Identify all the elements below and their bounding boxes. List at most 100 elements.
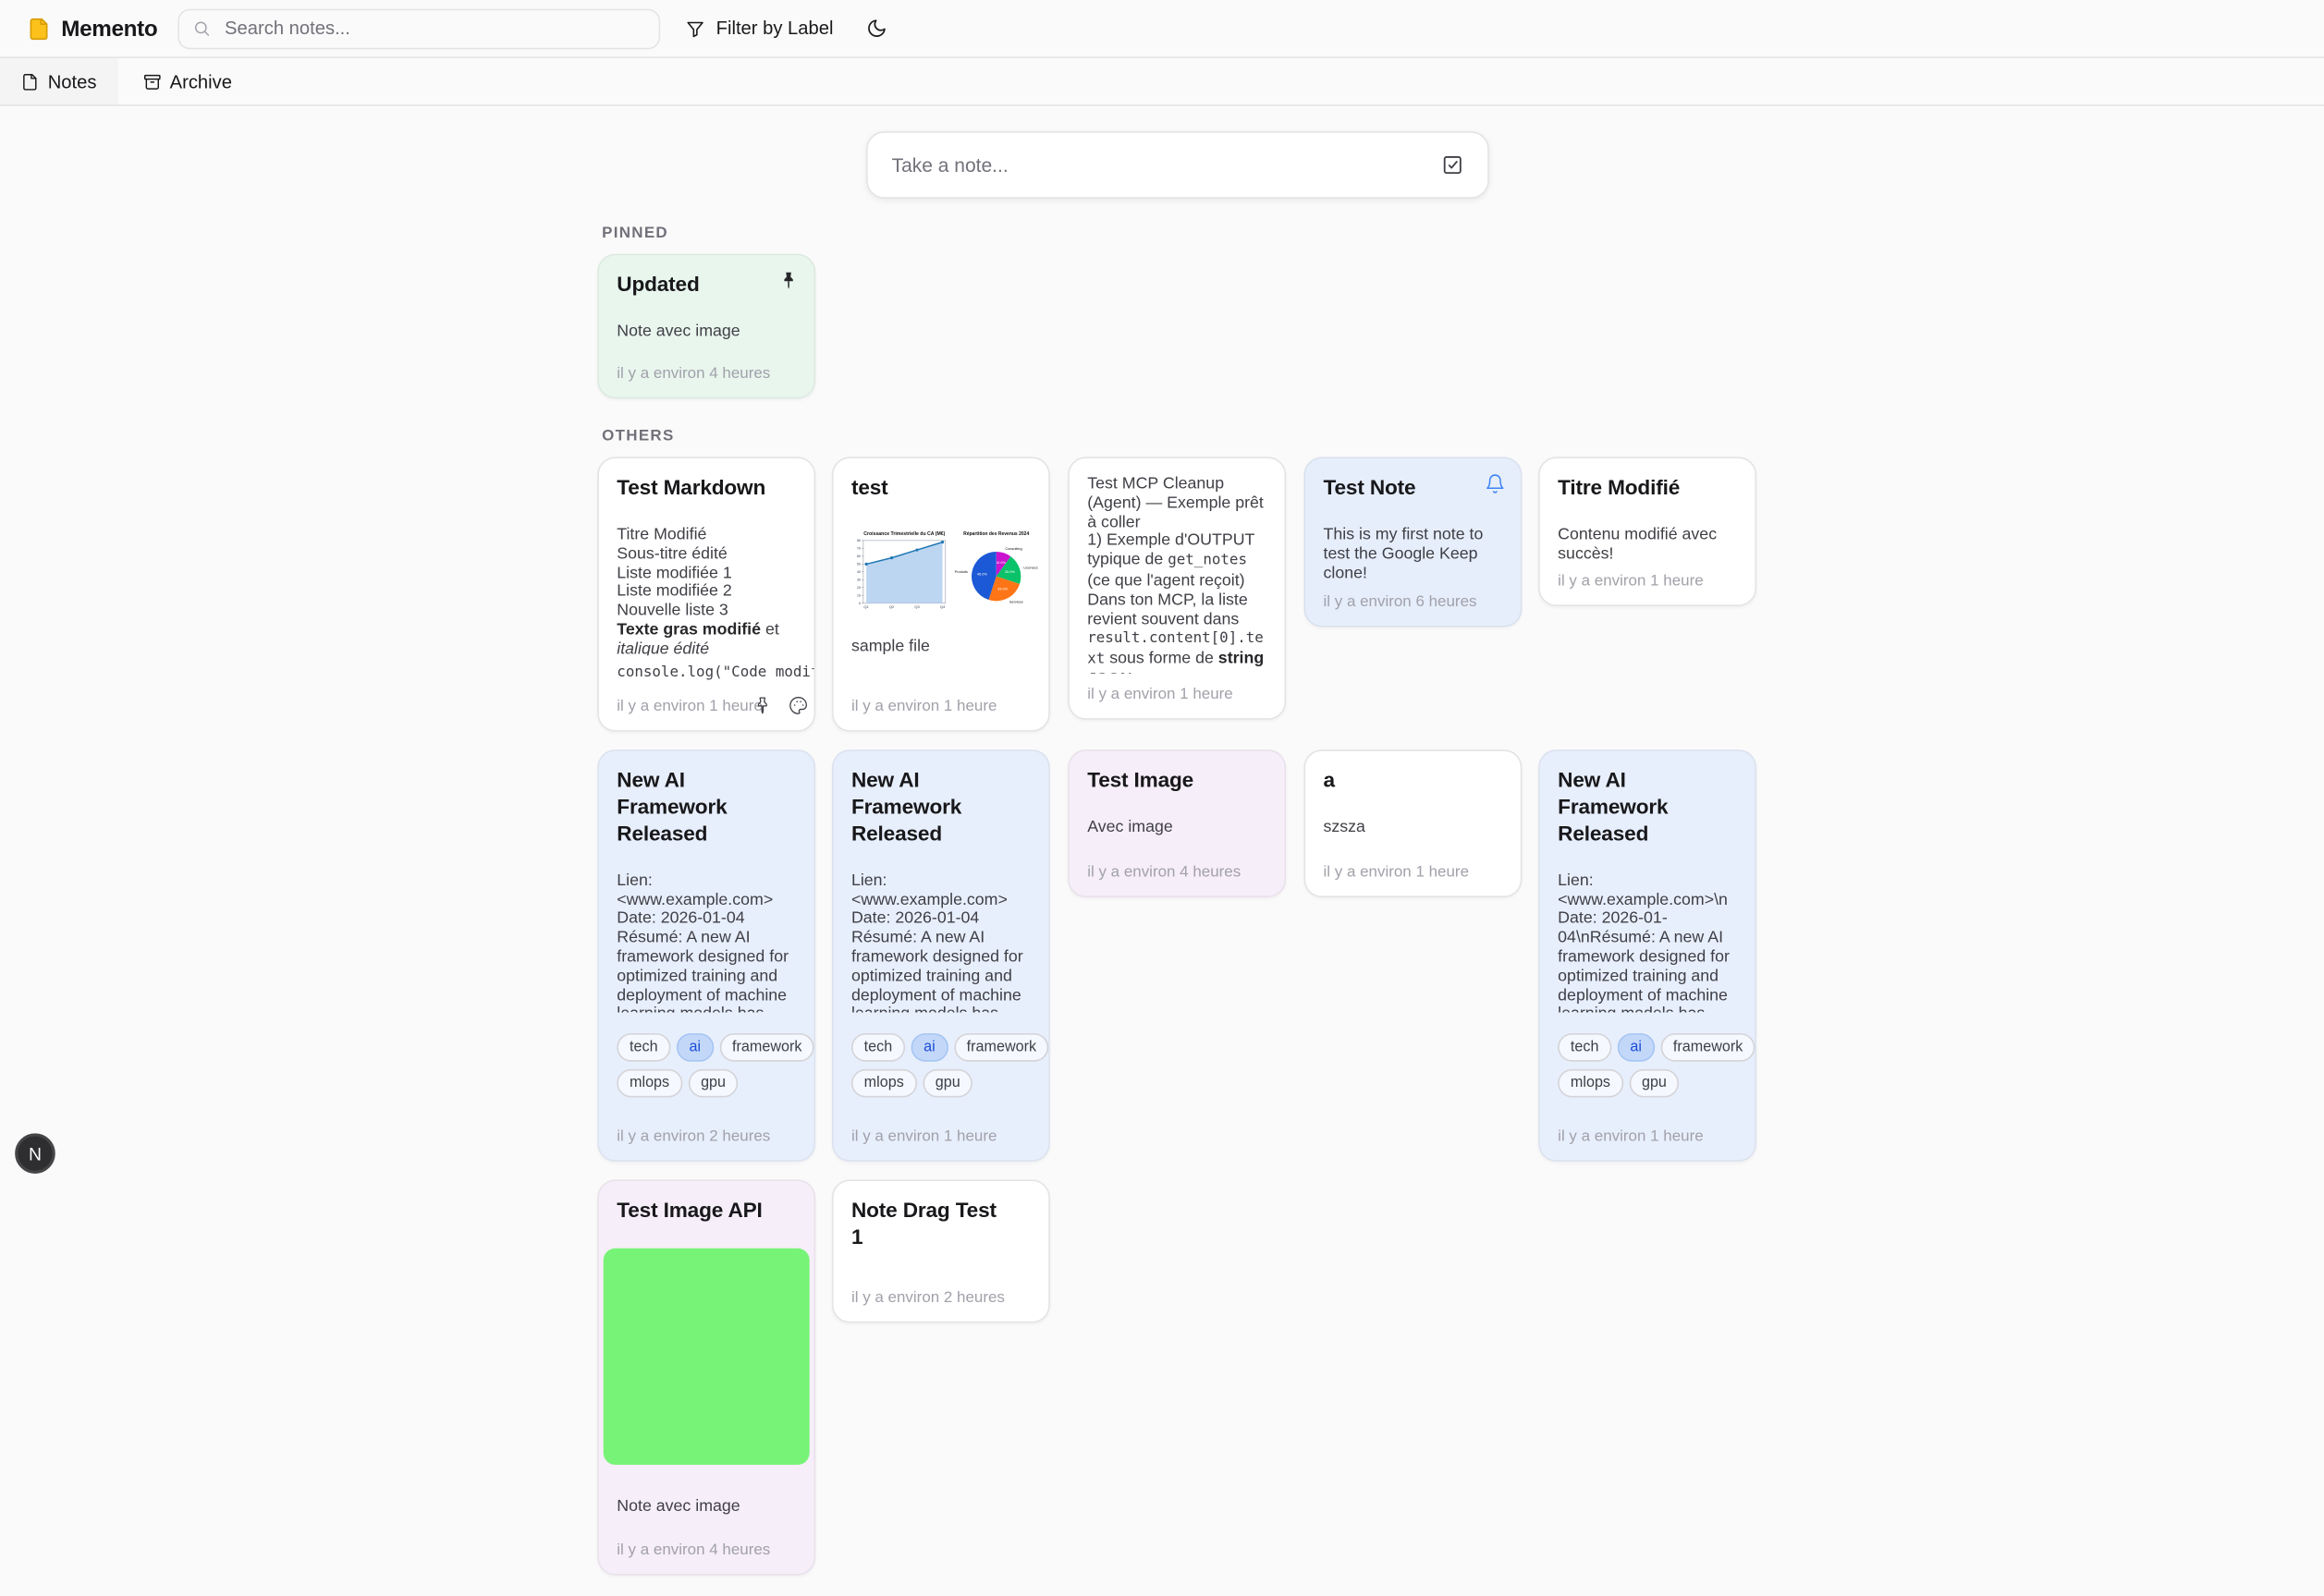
note-card-ai-framework-3[interactable]: New AI Framework Released Lien: <www.exa…: [1538, 749, 1756, 1162]
note-content: This is my first note to test the Google…: [1324, 526, 1503, 581]
code-text: console.log("Code modifié a: [617, 665, 813, 682]
label-row: tech ai framework: [1558, 1012, 1737, 1061]
file-icon: [21, 72, 39, 90]
note-title: Test Image API: [617, 1198, 796, 1224]
search-bar[interactable]: [178, 8, 661, 49]
note-card-test[interactable]: test Croissance Trimestrielle du CA (M€)…: [832, 457, 1050, 731]
label-chip[interactable]: gpu: [923, 1069, 972, 1098]
note-timestamp: il y a environ 2 heures: [617, 1127, 770, 1145]
pie-chart-thumbnail: Répartition des Revenus 2024Consulting10…: [959, 526, 1034, 618]
reminder-bell-button[interactable]: [1485, 473, 1506, 494]
note-content: Note avec image: [617, 1497, 796, 1517]
section-label-others: OTHERS: [602, 427, 674, 445]
note-content: szsza: [1324, 818, 1503, 837]
new-checklist-button[interactable]: [1438, 151, 1467, 179]
label-chip[interactable]: gpu: [688, 1069, 738, 1098]
color-palette-button[interactable]: [789, 696, 809, 715]
svg-text:Licences: Licences: [1023, 565, 1037, 569]
label-chip[interactable]: gpu: [1629, 1069, 1679, 1098]
label-chip-ai[interactable]: ai: [911, 1033, 948, 1062]
label-chip[interactable]: mlops: [851, 1069, 917, 1098]
note-timestamp: il y a environ 1 heure: [1087, 686, 1233, 703]
svg-text:10.0%: 10.0%: [996, 560, 1007, 565]
note-card-test-markdown[interactable]: Test Markdown Titre Modifié Sous-titre é…: [597, 457, 815, 731]
filter-by-label-button[interactable]: Filter by Label: [678, 12, 843, 45]
search-icon: [193, 19, 211, 37]
note-timestamp: il y a environ 1 heure: [617, 697, 763, 714]
note-card-mcp-cleanup[interactable]: Test MCP Cleanup (Agent) — Exemple prêt …: [1068, 457, 1286, 719]
palette-icon: [789, 696, 809, 715]
pin-icon[interactable]: [778, 270, 800, 291]
tab-bar: Notes Archive: [0, 58, 2324, 106]
note-timestamp: il y a environ 1 heure: [851, 698, 997, 715]
note-title: a: [1324, 767, 1503, 794]
svg-text:10: 10: [857, 593, 861, 597]
moon-icon: [866, 18, 887, 39]
dark-mode-toggle[interactable]: [861, 12, 894, 45]
note-timestamp: il y a environ 6 heures: [1324, 592, 1477, 610]
note-card-drag-test[interactable]: Note Drag Test 1 Content for drag test i…: [832, 1179, 1050, 1322]
note-title: New AI Framework Released: [617, 767, 796, 847]
label-chip-ai[interactable]: ai: [677, 1033, 714, 1062]
note-card-a[interactable]: a szsza il y a environ 1 heure: [1304, 749, 1523, 897]
pin-note-button[interactable]: [753, 696, 773, 715]
svg-text:40: 40: [857, 570, 861, 574]
note-timestamp: il y a environ 1 heure: [1324, 863, 1470, 881]
note-card-test-image-api[interactable]: Test Image API Note avec image il y a en…: [597, 1179, 815, 1575]
note-title: Test Markdown: [617, 475, 796, 502]
note-text: et: [761, 621, 784, 639]
note-timestamp: il y a environ 4 heures: [617, 364, 770, 382]
svg-text:80: 80: [857, 539, 861, 542]
italic-text: italique édité: [617, 640, 709, 656]
note-card-updated[interactable]: Updated Note avec image il y a environ 4…: [597, 254, 815, 399]
svg-text:20: 20: [857, 586, 861, 590]
pushpin-outline-icon: [753, 696, 773, 715]
code-text: get_notes: [1168, 553, 1247, 569]
note-text: Titre Modifié Sous-titre édité Liste mod…: [617, 526, 731, 620]
funnel-icon: [686, 18, 705, 38]
app-title: Memento: [61, 16, 157, 41]
search-input[interactable]: [222, 17, 646, 41]
tab-notes-label: Notes: [48, 71, 97, 92]
note-content: Titre Modifié Sous-titre édité Liste mod…: [617, 526, 796, 656]
label-chip[interactable]: framework: [954, 1033, 1049, 1062]
label-chip[interactable]: tech: [851, 1033, 905, 1062]
tab-archive[interactable]: Archive: [122, 58, 253, 104]
note-composer[interactable]: [866, 131, 1489, 199]
note-card-titre-modifie[interactable]: Titre Modifié Contenu modifié avec succè…: [1538, 457, 1756, 606]
note-card-test-note[interactable]: Test Note This is my first note to test …: [1304, 457, 1523, 627]
user-avatar[interactable]: N: [15, 1133, 55, 1174]
check-square-icon: [1441, 153, 1463, 176]
note-timestamp: il y a environ 4 heures: [617, 1541, 770, 1558]
note-timestamp: il y a environ 1 heure: [1558, 1127, 1704, 1145]
svg-text:50: 50: [857, 562, 861, 566]
bell-icon: [1485, 473, 1506, 494]
label-chip[interactable]: tech: [617, 1033, 670, 1062]
note-content: Lien: <www.example.com> Date: 2026-01-04…: [851, 871, 1031, 1012]
note-content: sample file: [851, 638, 1031, 657]
note-card-ai-framework-1[interactable]: New AI Framework Released Lien: <www.exa…: [597, 749, 815, 1162]
label-chip[interactable]: framework: [1660, 1033, 1755, 1062]
svg-text:Produits: Produits: [955, 569, 968, 574]
note-hover-actions: [753, 696, 815, 715]
tab-archive-label: Archive: [170, 71, 232, 92]
note-timestamp: il y a environ 2 heures: [851, 1288, 1005, 1306]
label-chip[interactable]: mlops: [617, 1069, 682, 1098]
note-title: New AI Framework Released: [851, 767, 1031, 847]
label-row: mlops gpu: [617, 1069, 796, 1098]
svg-text:60: 60: [857, 554, 861, 558]
note-card-test-image[interactable]: Test Image Avec image il y a environ 4 h…: [1068, 749, 1286, 897]
take-a-note-input[interactable]: [888, 152, 1438, 177]
tab-notes[interactable]: Notes: [0, 58, 117, 104]
note-content: Lien: <www.example.com> Date: 2026-01-04…: [617, 871, 796, 1012]
section-label-pinned: PINNED: [602, 224, 668, 241]
svg-text:20.0%: 20.0%: [1005, 569, 1016, 574]
note-card-ai-framework-2[interactable]: New AI Framework Released Lien: <www.exa…: [832, 749, 1050, 1162]
code-line: console.log("Code modifié a: [617, 658, 813, 684]
label-chip[interactable]: mlops: [1558, 1069, 1623, 1098]
label-chip[interactable]: framework: [719, 1033, 814, 1062]
label-chip[interactable]: tech: [1558, 1033, 1611, 1062]
svg-text:Répartition des Revenus 2024: Répartition des Revenus 2024: [963, 531, 1029, 537]
svg-text:25.0%: 25.0%: [997, 587, 1009, 591]
label-chip-ai[interactable]: ai: [1618, 1033, 1655, 1062]
